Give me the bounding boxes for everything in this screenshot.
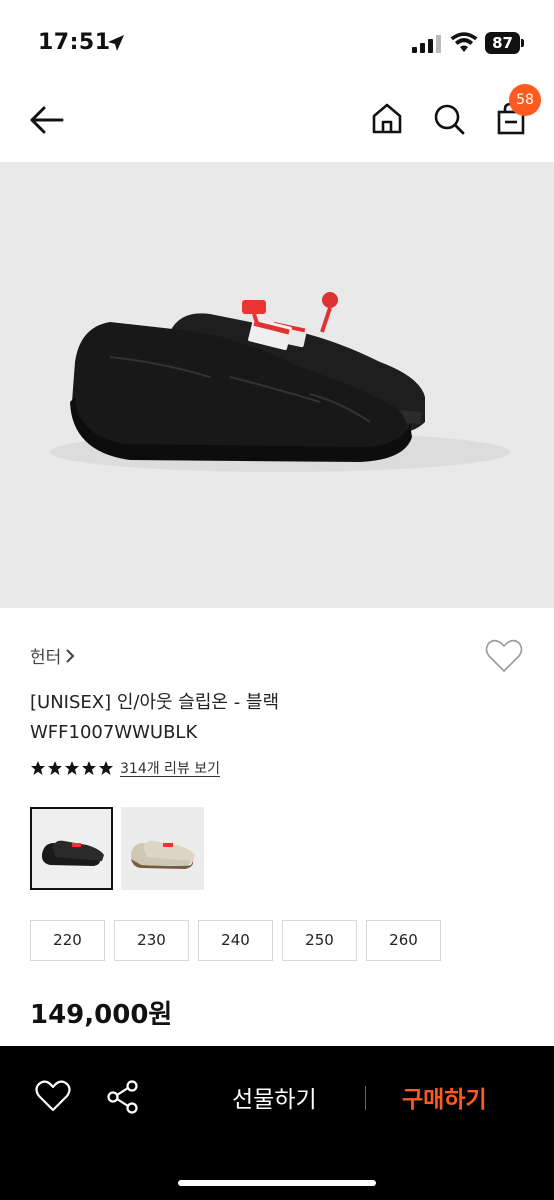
size-option[interactable]: 260 [366, 920, 441, 961]
brand-name: 헌터 [30, 648, 62, 668]
battery-level: 87 [485, 32, 520, 54]
cart-count-badge: 58 [509, 84, 541, 116]
review-link[interactable]: 314개 리뷰 보기 [120, 758, 220, 778]
product-image[interactable] [0, 162, 554, 608]
wifi-icon [450, 32, 478, 52]
size-option[interactable]: 220 [30, 920, 105, 961]
buy-button[interactable]: 구매하기 [402, 1080, 487, 1114]
rating-stars [30, 760, 114, 776]
home-icon [372, 103, 402, 134]
heart-outline-icon [485, 639, 523, 672]
wishlist-button[interactable] [484, 637, 524, 675]
search-icon [434, 104, 465, 135]
chevron-right-icon [66, 648, 75, 663]
bottom-action-bar: 선물하기 구매하기 [0, 1046, 554, 1200]
arrow-left-icon [30, 106, 64, 134]
search-button[interactable] [428, 98, 470, 140]
home-indicator [178, 1180, 376, 1186]
star-icon [31, 761, 45, 775]
variant-beige[interactable] [121, 807, 204, 890]
heart-outline-icon [35, 1080, 71, 1112]
back-button[interactable] [26, 100, 68, 140]
star-icon [82, 761, 96, 775]
top-nav [0, 80, 554, 162]
share-icon [107, 1080, 138, 1114]
status-time: 17:51 [38, 30, 111, 55]
variant-beige-thumbnail [130, 840, 195, 869]
product-code: WFF1007WWUBLK [30, 722, 198, 743]
location-arrow-icon [108, 35, 124, 51]
bottom-wishlist-button[interactable] [34, 1078, 72, 1116]
rating-row: 314개 리뷰 보기 [30, 758, 220, 778]
home-button[interactable] [366, 98, 408, 140]
variant-black[interactable] [30, 807, 113, 890]
star-icon [99, 761, 113, 775]
product-price: 149,000원 [30, 1000, 173, 1030]
star-icon [48, 761, 62, 775]
brand-link[interactable]: 헌터 [30, 643, 75, 668]
share-button[interactable] [104, 1078, 142, 1116]
product-name: [UNISEX] 인/아웃 슬립온 - 블랙 [30, 692, 280, 713]
cellular-signal-icon [412, 35, 441, 53]
battery-icon: 87 [485, 32, 525, 54]
size-option[interactable]: 230 [114, 920, 189, 961]
product-title: [UNISEX] 인/아웃 슬립온 - 블랙 WFF1007WWUBLK [30, 688, 279, 748]
size-option[interactable]: 250 [282, 920, 357, 961]
battery-cap [521, 39, 524, 47]
gift-button[interactable]: 선물하기 [232, 1080, 317, 1114]
size-option[interactable]: 240 [198, 920, 273, 961]
variant-black-thumbnail [41, 840, 104, 866]
star-icon [65, 761, 79, 775]
divider [365, 1086, 366, 1110]
product-shoe-image [50, 292, 510, 472]
status-bar: 17:51 87 [0, 0, 554, 80]
